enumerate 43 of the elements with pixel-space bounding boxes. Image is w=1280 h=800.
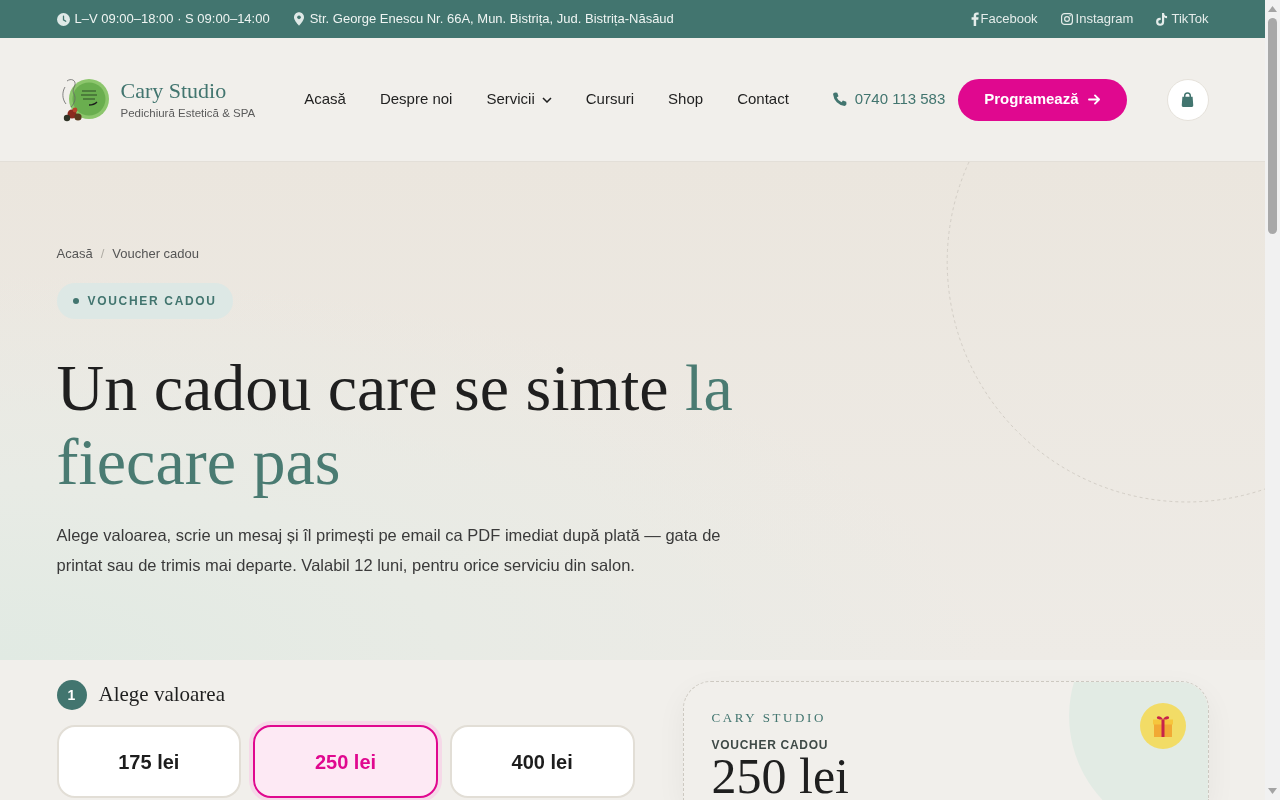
opening-hours: L–V 09:00–18:00 · S 09:00–14:00 xyxy=(74,10,270,29)
scroll-up-icon[interactable] xyxy=(1268,6,1277,12)
arrow-right-icon xyxy=(1087,94,1101,105)
voucher-amount: 250 lei xyxy=(711,752,849,800)
amount-option[interactable]: 175 lei xyxy=(56,725,242,798)
facebook-icon xyxy=(970,12,979,26)
voucher-label: VOUCHER CADOU xyxy=(711,738,829,752)
nav-link[interactable]: Servicii xyxy=(486,88,552,111)
category-badge: VOUCHER CADOU xyxy=(56,283,233,319)
nav-link[interactable]: Acasă xyxy=(304,88,346,111)
address: Str. George Enescu Nr. 66A, Mun. Bistrița, Jud. Bistrița-Năsăud xyxy=(309,10,674,29)
voucher-brand: CARY STUDIO xyxy=(711,710,826,726)
nav-link[interactable]: Despre noi xyxy=(379,88,453,111)
chevron-down-icon xyxy=(541,96,552,103)
tiktok-link[interactable]: TikTok xyxy=(1156,9,1209,29)
shopping-bag-icon xyxy=(1181,92,1194,107)
dot-icon xyxy=(72,298,79,304)
phone-link[interactable]: 0740 113 583 xyxy=(831,88,946,111)
scrollbar-thumb[interactable] xyxy=(1268,18,1277,234)
breadcrumb-current: Voucher cadou xyxy=(112,245,199,263)
nav-link[interactable]: Cursuri xyxy=(585,88,635,111)
facebook-link[interactable]: Facebook xyxy=(970,9,1038,29)
tiktok-icon xyxy=(1156,12,1169,26)
nav-link[interactable]: Contact xyxy=(737,88,789,111)
hero-description: Alege valoarea, scrie un mesaj și îl primești pe email ca PDF imediat după plată — gata de printat sau de trimis mai departe. Valabil 12 luni, pentru orice serviciu din salon. xyxy=(56,525,722,576)
gift-icon xyxy=(1139,703,1186,749)
hero-heading: Un cadou care se simte la fiecare pas xyxy=(56,351,734,499)
amount-option[interactable]: 400 lei xyxy=(449,725,635,798)
breadcrumb-link[interactable]: Acasă xyxy=(56,244,93,264)
instagram-link[interactable]: Instagram xyxy=(1060,9,1134,29)
breadcrumb-separator: / xyxy=(100,245,105,263)
brand-name[interactable]: Cary Studio xyxy=(120,78,256,104)
clock-icon xyxy=(56,12,70,26)
scrollbar[interactable] xyxy=(1265,0,1280,800)
step-title: Alege valoarea xyxy=(98,681,225,709)
phone-icon xyxy=(831,92,847,107)
location-pin-icon xyxy=(293,12,304,26)
step-number: 1 xyxy=(56,680,87,710)
brand-tagline: Pedichiură Estetică & SPA xyxy=(120,106,256,121)
nav-link[interactable]: Shop xyxy=(668,88,704,111)
booking-button[interactable]: Programează xyxy=(958,78,1127,121)
instagram-icon xyxy=(1060,13,1073,25)
scroll-down-icon[interactable] xyxy=(1268,788,1277,794)
